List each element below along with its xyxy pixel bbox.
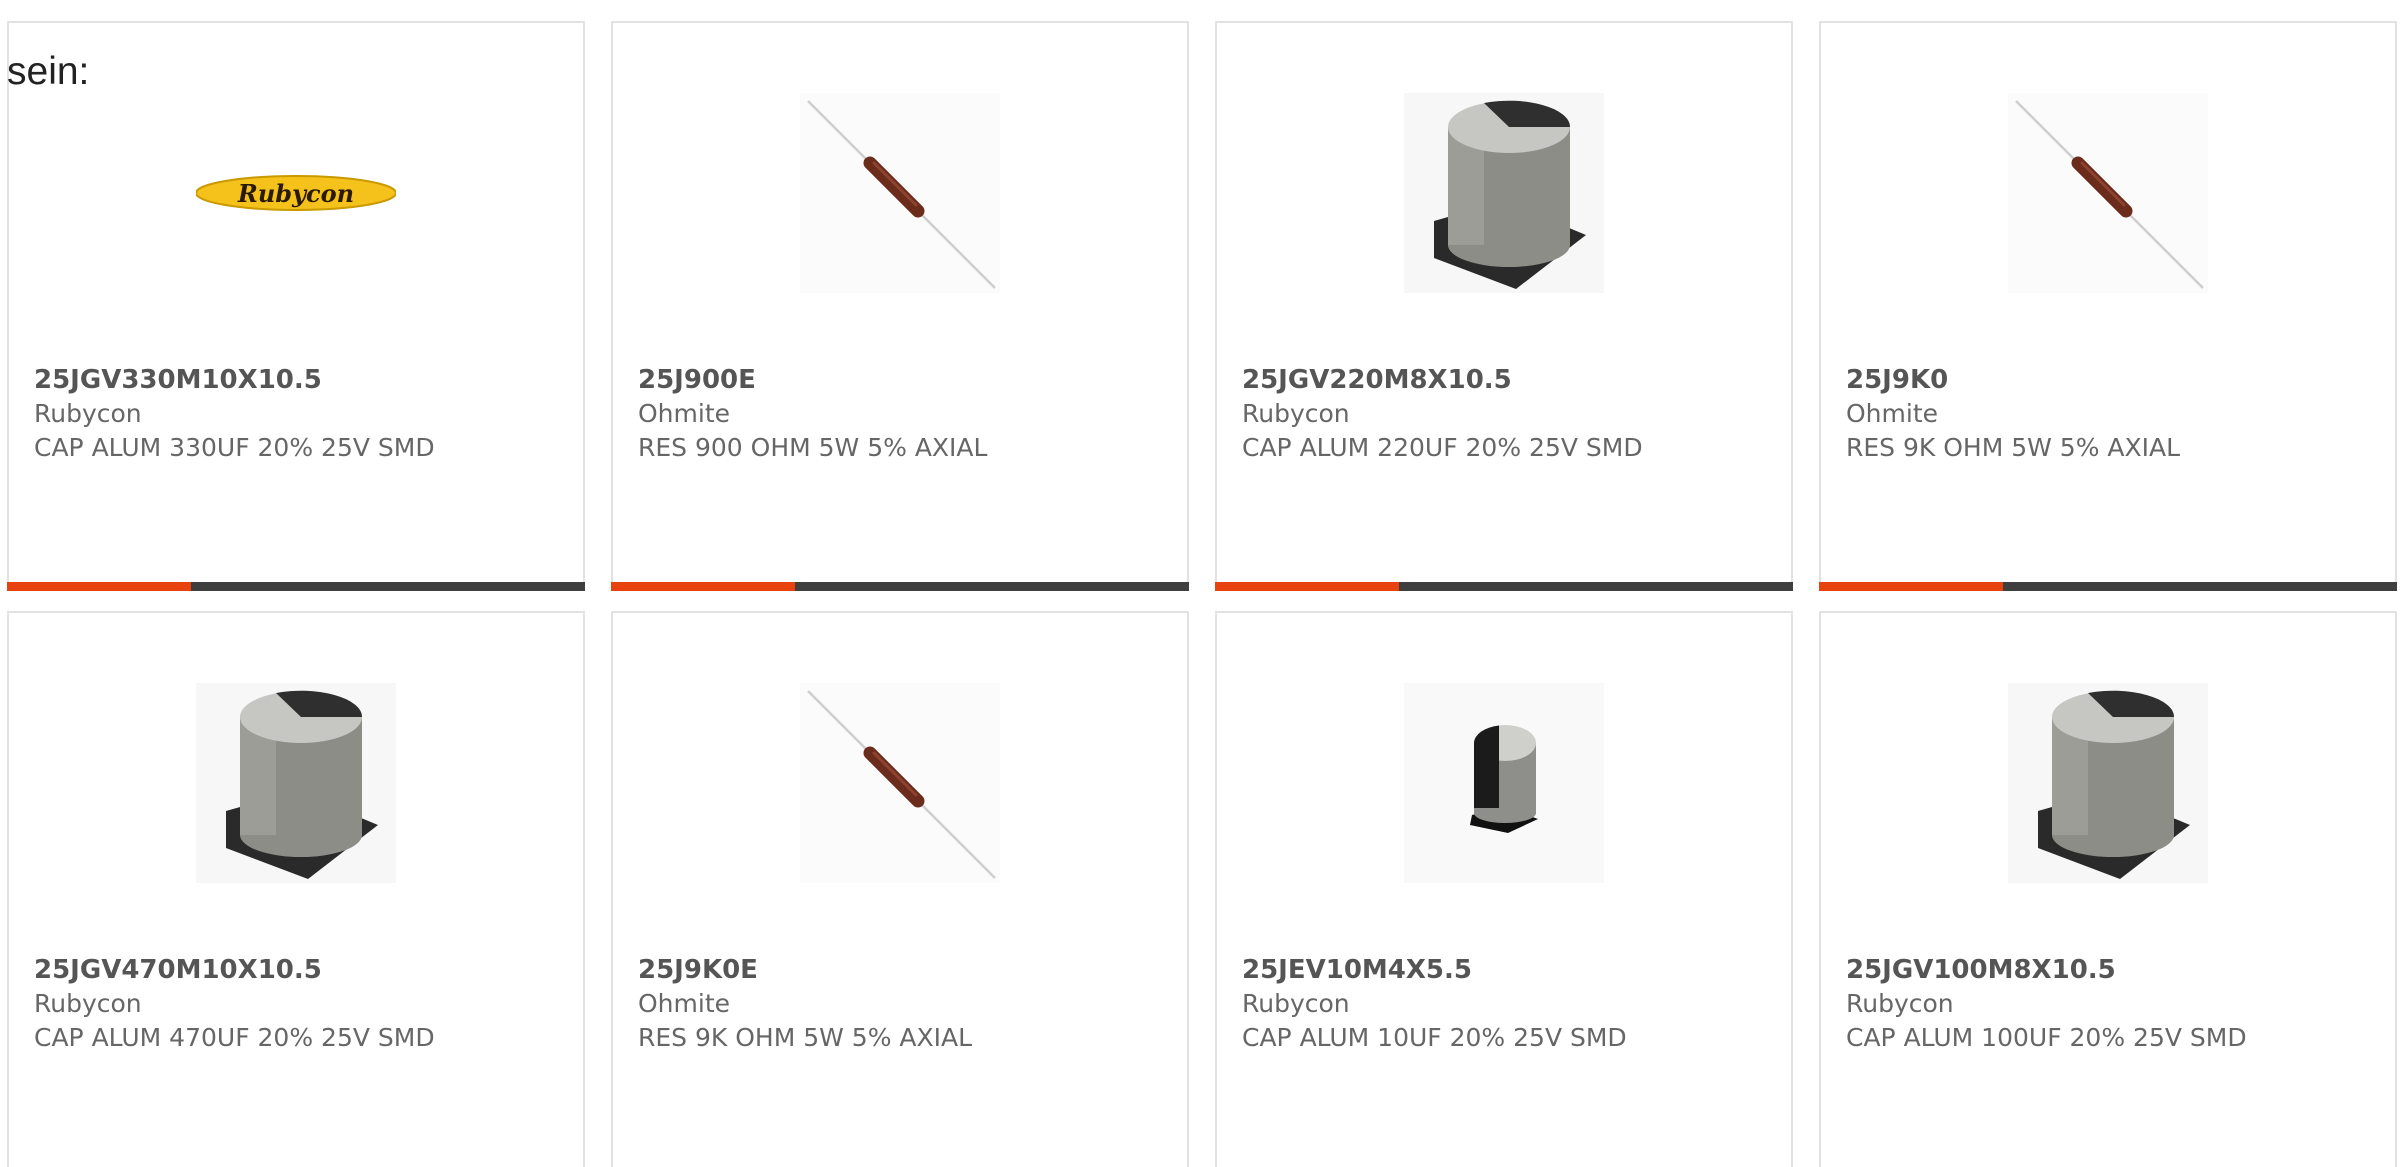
description: CAP ALUM 10UF 20% 25V SMD: [1242, 1023, 1627, 1052]
product-card[interactable]: 25JGV220M8X10.5 Rubycon CAP ALUM 220UF 2…: [1215, 21, 1793, 591]
product-grid-page: sein: Rubycon 25JGV330M10X10.5 Rubycon C…: [0, 0, 2400, 1167]
part-number[interactable]: 25JGV220M8X10.5: [1242, 363, 1781, 397]
description: CAP ALUM 220UF 20% 25V SMD: [1242, 433, 1643, 462]
axial-resistor-icon: [2008, 93, 2208, 293]
manufacturer: Rubycon: [34, 989, 142, 1018]
manufacturer: Ohmite: [1846, 399, 1939, 428]
description: CAP ALUM 470UF 20% 25V SMD: [34, 1023, 435, 1052]
description: RES 900 OHM 5W 5% AXIAL: [638, 433, 988, 462]
description: RES 9K OHM 5W 5% AXIAL: [638, 1023, 973, 1052]
axial-resistor-icon: [800, 683, 1000, 883]
manufacturer: Ohmite: [638, 989, 731, 1018]
manufacturer: Ohmite: [638, 399, 731, 428]
part-number[interactable]: 25JGV470M10X10.5: [34, 953, 573, 987]
part-number[interactable]: 25J9K0E: [638, 953, 1177, 987]
product-card[interactable]: 25JGV470M10X10.5 Rubycon CAP ALUM 470UF …: [7, 611, 585, 1167]
card-footer-bar: [611, 582, 1189, 591]
product-card[interactable]: 25J900E Ohmite RES 900 OHM 5W 5% AXIAL: [611, 21, 1189, 591]
card-footer-accent: [1819, 582, 2003, 591]
product-card[interactable]: 25J9K0E Ohmite RES 9K OHM 5W 5% AXIAL: [611, 611, 1189, 1167]
card-footer-accent: [1215, 582, 1399, 591]
card-footer-bar: [7, 582, 585, 591]
rubycon-logo: Rubycon: [196, 93, 396, 293]
description: CAP ALUM 100UF 20% 25V SMD: [1846, 1023, 2247, 1052]
rubycon-logo-text: Rubycon: [237, 179, 354, 208]
manufacturer: Rubycon: [34, 399, 142, 428]
card-footer-bar: [1215, 582, 1793, 591]
smd-capacitor-icon: [1404, 93, 1604, 293]
product-card[interactable]: 25JGV100M8X10.5 Rubycon CAP ALUM 100UF 2…: [1819, 611, 2397, 1167]
part-number[interactable]: 25JGV100M8X10.5: [1846, 953, 2385, 987]
part-number[interactable]: 25JGV330M10X10.5: [34, 363, 573, 397]
part-number[interactable]: 25J900E: [638, 363, 1177, 397]
part-number[interactable]: 25JEV10M4X5.5: [1242, 953, 1781, 987]
card-footer-bar: [1819, 582, 2397, 591]
product-card[interactable]: 25JEV10M4X5.5 Rubycon CAP ALUM 10UF 20% …: [1215, 611, 1793, 1167]
manufacturer: Rubycon: [1846, 989, 1954, 1018]
smd-capacitor-icon: [2008, 683, 2208, 883]
card-footer-accent: [611, 582, 795, 591]
axial-resistor-icon: [800, 93, 1000, 293]
card-footer-accent: [7, 582, 191, 591]
description: CAP ALUM 330UF 20% 25V SMD: [34, 433, 435, 462]
product-card[interactable]: 25J9K0 Ohmite RES 9K OHM 5W 5% AXIAL: [1819, 21, 2397, 591]
description: RES 9K OHM 5W 5% AXIAL: [1846, 433, 2181, 462]
manufacturer: Rubycon: [1242, 989, 1350, 1018]
part-number[interactable]: 25J9K0: [1846, 363, 2385, 397]
product-card[interactable]: Rubycon 25JGV330M10X10.5 Rubycon CAP ALU…: [7, 21, 585, 591]
smd-capacitor-icon: [196, 683, 396, 883]
small-smd-capacitor-icon: [1404, 683, 1604, 883]
manufacturer: Rubycon: [1242, 399, 1350, 428]
lead-text: sein:: [7, 50, 90, 93]
